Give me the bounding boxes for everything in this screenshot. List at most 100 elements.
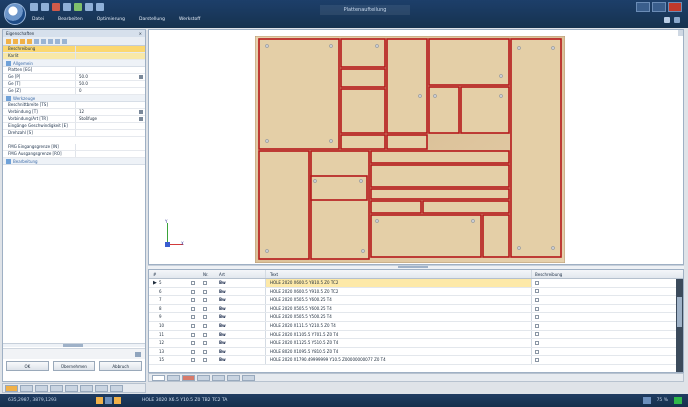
menu-item[interactable]: Optimierung [95, 16, 127, 23]
ok-button[interactable]: OK [6, 361, 49, 371]
pin-icon[interactable]: × [139, 30, 142, 37]
section-header[interactable]: Allgemein [3, 60, 145, 67]
checkbox[interactable] [191, 306, 195, 311]
table-row[interactable]: 10 Bw HOLE 2020 X111.5 Y210.5 Z0 T4 [149, 321, 683, 331]
undo-icon[interactable] [85, 3, 93, 11]
minimize-button[interactable] [636, 2, 650, 12]
ortho-icon[interactable] [114, 397, 121, 404]
tab-output[interactable] [80, 384, 93, 392]
tab-errors[interactable] [182, 374, 195, 381]
property-row[interactable]: Verbindung [T] 12 [3, 109, 145, 116]
checkbox[interactable] [203, 349, 207, 354]
tab-library[interactable] [50, 384, 63, 392]
checkbox[interactable] [191, 298, 195, 303]
column-header-type[interactable]: Art [219, 270, 265, 278]
table-row[interactable]: 6 Bw HOLE 2020 X600.5 Y910.5 Z0 TC2 [149, 287, 683, 297]
checkbox[interactable] [535, 306, 539, 311]
checkbox[interactable] [203, 332, 207, 337]
property-value[interactable]: 50.0 [75, 81, 145, 87]
row-text[interactable]: HOLE 2020 X600.5 Y910.5 Z0 TC2 [265, 287, 531, 296]
tab-layers[interactable] [35, 384, 48, 392]
checkbox[interactable] [535, 289, 539, 294]
table-row[interactable]: 7 Bw HOLE 2020 X505.5 Y600.25 T4 [149, 296, 683, 305]
drawing-canvas[interactable]: Y X [148, 29, 684, 265]
checkbox[interactable] [203, 298, 207, 303]
collapse-icon[interactable] [55, 38, 60, 44]
filter-icon[interactable] [13, 38, 18, 44]
tab-program[interactable] [152, 374, 165, 381]
section-header[interactable]: Werkzeuge [3, 95, 145, 102]
checkbox[interactable] [535, 297, 539, 302]
checkbox[interactable] [535, 358, 539, 363]
checkbox[interactable] [203, 358, 207, 363]
checkbox[interactable] [203, 306, 207, 311]
tab-stock[interactable] [212, 374, 225, 381]
menu-item[interactable]: Datei [30, 16, 46, 23]
table-row[interactable]: 9 Bw HOLE 2020 X505.5 Y500.25 T4 [149, 313, 683, 322]
expand-icon[interactable] [48, 38, 53, 44]
scrollbar-thumb[interactable] [677, 297, 682, 327]
checkbox[interactable] [535, 315, 539, 320]
tab-info[interactable] [95, 384, 108, 392]
row-text[interactable]: HOLE 2020 X1125.5 Y510.5 Z0 T4 [265, 339, 531, 347]
open-icon[interactable] [41, 3, 49, 11]
row-text[interactable]: HOLE 2020 X505.5 Y600.25 T4 [265, 296, 531, 304]
settings-icon[interactable] [674, 17, 680, 23]
cutting-plan-board[interactable] [255, 36, 565, 263]
refresh-icon[interactable] [62, 38, 67, 44]
checkbox[interactable] [535, 349, 539, 354]
dropdown-icon[interactable] [139, 75, 143, 79]
help-icon[interactable] [664, 17, 670, 23]
snap-icon[interactable] [96, 397, 103, 404]
property-value[interactable] [75, 151, 145, 157]
tab-parts[interactable] [167, 374, 180, 381]
section-header[interactable]: Bearbeitung [3, 158, 145, 165]
tab-history[interactable] [65, 384, 78, 392]
row-text[interactable]: HOLE 8020 X1095.5 Y810.5 Z0 T4 [265, 347, 531, 356]
checkbox[interactable] [203, 281, 207, 285]
checkbox[interactable] [191, 358, 195, 363]
sort-icon[interactable] [6, 38, 11, 44]
column-header-text[interactable]: Text [265, 270, 531, 278]
menu-item[interactable]: Darstellung [137, 16, 167, 23]
checkbox[interactable] [191, 349, 195, 354]
property-value[interactable] [75, 53, 145, 59]
canvas-corner-icon[interactable] [678, 30, 683, 36]
checkbox[interactable] [203, 315, 207, 320]
dropdown-icon[interactable] [139, 117, 143, 121]
copy-icon[interactable] [20, 38, 25, 44]
property-row[interactable]: Drehzahl [S] [3, 130, 145, 137]
column-header-num[interactable]: Nr. [203, 270, 219, 278]
column-header-check[interactable] [191, 270, 203, 278]
checkbox[interactable] [191, 323, 195, 328]
tab-more[interactable] [110, 384, 123, 392]
vertical-scrollbar[interactable] [676, 279, 683, 372]
tab-tools[interactable] [197, 374, 210, 381]
redo-icon[interactable] [96, 3, 104, 11]
row-text[interactable]: HOLE 2020 X1105.5 Y701.5 Z0 T4 [265, 330, 531, 339]
property-value[interactable]: 0 [75, 88, 145, 94]
scroll-icon[interactable] [135, 352, 141, 357]
checkbox[interactable] [203, 341, 207, 346]
column-header-desc[interactable]: Beschreibung [531, 270, 683, 278]
save-icon[interactable] [63, 3, 71, 11]
checkbox[interactable] [535, 340, 539, 345]
column-header-id[interactable]: # [149, 270, 191, 278]
zoom-icon[interactable] [674, 397, 682, 404]
checkbox[interactable] [191, 332, 195, 337]
tab-report[interactable] [242, 374, 255, 381]
checkbox[interactable] [535, 323, 539, 328]
grid-toggle-icon[interactable] [105, 397, 112, 404]
property-value[interactable] [75, 144, 145, 150]
checkbox[interactable] [191, 341, 195, 346]
table-row[interactable]: 8 Bw HOLE 2020 X505.5 Y600.25 T4 [149, 304, 683, 314]
splitter-grip[interactable] [63, 344, 83, 347]
table-row[interactable]: 12 Bw HOLE 2020 X1125.5 Y510.5 Z0 T4 [149, 339, 683, 348]
property-row[interactable]: Vorbindung/Art [TR] Stoßfuge [3, 116, 145, 123]
tab-layout[interactable] [227, 374, 240, 381]
checkbox[interactable] [203, 323, 207, 328]
checkbox[interactable] [535, 332, 539, 337]
table-row[interactable]: 15 Bw HOLE 2020 X1790.49999999 Y10.5 Z00… [149, 356, 683, 365]
property-value[interactable] [75, 67, 145, 73]
cancel-button[interactable]: Abbruch [99, 361, 143, 371]
